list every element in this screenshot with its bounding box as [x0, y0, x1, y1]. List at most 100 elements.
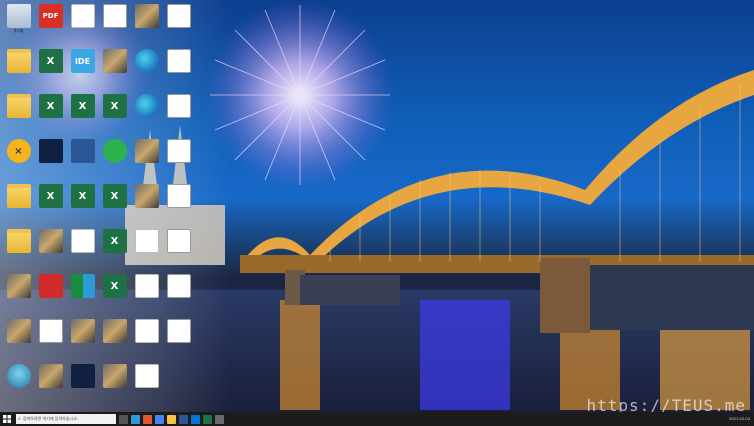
- desktop-icon[interactable]: [2, 274, 35, 316]
- desktop-icon[interactable]: [34, 319, 67, 361]
- chrome-taskbar-icon[interactable]: [155, 414, 164, 424]
- desktop-icon[interactable]: [130, 139, 163, 181]
- excel-icon: X: [38, 184, 63, 208]
- desktop-icon-label: [34, 254, 67, 262]
- folder-icon: [6, 184, 31, 208]
- search-placeholder: 검색하려면 여기에 입력하십시오.: [22, 416, 79, 421]
- desktop-wallpaper: 휴지통 PDF X IDE X X X × X X X X X https://TEUS.me: [0, 0, 754, 412]
- word-taskbar-icon[interactable]: [179, 414, 188, 424]
- taskbar-search-box[interactable]: ⌕ 검색하려면 여기에 입력하십시오.: [16, 414, 116, 424]
- desktop-icon-label: [66, 74, 99, 82]
- desktop-icon-label: [66, 254, 99, 262]
- excel-icon: X: [70, 184, 95, 208]
- desktop-icon[interactable]: [34, 139, 67, 181]
- excel-taskbar-icon[interactable]: [203, 414, 212, 424]
- green-round-icon: [102, 139, 127, 163]
- desktop-icon[interactable]: [66, 229, 99, 271]
- red-app-icon: [38, 274, 63, 298]
- desktop-icon[interactable]: [2, 319, 35, 361]
- desktop-icon[interactable]: X: [98, 229, 131, 271]
- desktop-icon[interactable]: [130, 4, 163, 46]
- desktop-icon[interactable]: X: [34, 184, 67, 226]
- desktop-icon[interactable]: X: [98, 184, 131, 226]
- desktop-icon[interactable]: [162, 229, 195, 271]
- taskbar-clock[interactable]: 2021-02-03: [729, 417, 750, 422]
- desktop-icon[interactable]: [162, 94, 195, 136]
- desktop-icon[interactable]: [34, 364, 67, 406]
- desktop-icon-label: [34, 119, 67, 127]
- edge-taskbar-icon[interactable]: [131, 414, 140, 424]
- desktop-icon[interactable]: [98, 364, 131, 406]
- watermark-text: https://TEUS.me: [586, 396, 746, 412]
- desktop-icon[interactable]: 휴지통: [2, 4, 35, 46]
- desktop-icon[interactable]: [2, 94, 35, 136]
- teal-icon: [70, 274, 95, 298]
- desktop-icon[interactable]: [66, 4, 99, 46]
- desktop-icon[interactable]: [162, 139, 195, 181]
- desktop-icon[interactable]: [34, 229, 67, 271]
- start-button[interactable]: [0, 412, 14, 426]
- desktop-icon-label: [130, 74, 163, 82]
- desktop-icon[interactable]: [130, 319, 163, 361]
- desktop-icon[interactable]: [98, 49, 131, 91]
- desktop-icon-label: [162, 344, 195, 352]
- desktop-icon[interactable]: [98, 139, 131, 181]
- desktop-icon[interactable]: PDF: [34, 4, 67, 46]
- blankwin-icon: [166, 4, 191, 28]
- desktop-icon[interactable]: X: [98, 94, 131, 136]
- desktop-icon[interactable]: IDE: [66, 49, 99, 91]
- folder-icon: [6, 94, 31, 118]
- desktop-icon-label: [66, 119, 99, 127]
- doc-icon: [70, 4, 95, 28]
- desktop-icon[interactable]: [130, 229, 163, 271]
- file-explorer-icon[interactable]: [167, 414, 176, 424]
- desktop-icon[interactable]: [2, 229, 35, 271]
- task-view-icon[interactable]: [119, 414, 128, 424]
- desktop-icon[interactable]: [130, 274, 163, 316]
- desktop-icon[interactable]: [98, 319, 131, 361]
- desktop-icon-label: [130, 254, 163, 262]
- desktop-icon[interactable]: [162, 184, 195, 226]
- desktop-icon-label: [2, 164, 35, 172]
- desktop-icon[interactable]: X: [34, 94, 67, 136]
- desktop-icon[interactable]: [162, 49, 195, 91]
- desktop-icon-label: [130, 389, 163, 397]
- desktop-icon[interactable]: X: [66, 184, 99, 226]
- desktop-icon[interactable]: [162, 4, 195, 46]
- desktop-icon[interactable]: [2, 49, 35, 91]
- desktop-icon[interactable]: X: [34, 49, 67, 91]
- desktop-icon[interactable]: [130, 49, 163, 91]
- desktop-icon-label: [66, 344, 99, 352]
- desktop-icon[interactable]: [130, 364, 163, 406]
- desktop-icon[interactable]: ×: [2, 139, 35, 181]
- desktop-icon[interactable]: [66, 364, 99, 406]
- photo-icon: [38, 364, 63, 388]
- store-taskbar-icon[interactable]: [191, 414, 200, 424]
- firefox-taskbar-icon[interactable]: [143, 414, 152, 424]
- desktop-icon-label: [98, 389, 131, 397]
- avatar-app-icon: [6, 364, 31, 388]
- search-icon: ⌕: [18, 416, 21, 422]
- desktop-icon[interactable]: [66, 319, 99, 361]
- desktop-icon-label: [2, 344, 35, 352]
- desktop-icon[interactable]: [66, 139, 99, 181]
- doc-icon: [134, 229, 159, 253]
- desktop-icon[interactable]: [130, 184, 163, 226]
- desktop-icon[interactable]: [98, 4, 131, 46]
- desktop-icon[interactable]: [66, 274, 99, 316]
- desktop-icon[interactable]: [130, 94, 163, 136]
- blankwin-icon: [166, 319, 191, 343]
- desktop-icon-label: [66, 164, 99, 172]
- desktop-icon[interactable]: [2, 184, 35, 226]
- desktop-icon[interactable]: [162, 319, 195, 361]
- desktop-icon[interactable]: X: [66, 94, 99, 136]
- desktop-icon[interactable]: [162, 274, 195, 316]
- app-taskbar-icon[interactable]: [215, 414, 224, 424]
- desktop-icon[interactable]: [2, 364, 35, 406]
- desktop-icon-label: [98, 299, 131, 307]
- windows-logo-icon: [3, 415, 11, 423]
- excel-icon: X: [70, 94, 95, 118]
- desktop-icon[interactable]: X: [98, 274, 131, 316]
- desktop-icon-label: [34, 29, 67, 37]
- desktop-icon[interactable]: [34, 274, 67, 316]
